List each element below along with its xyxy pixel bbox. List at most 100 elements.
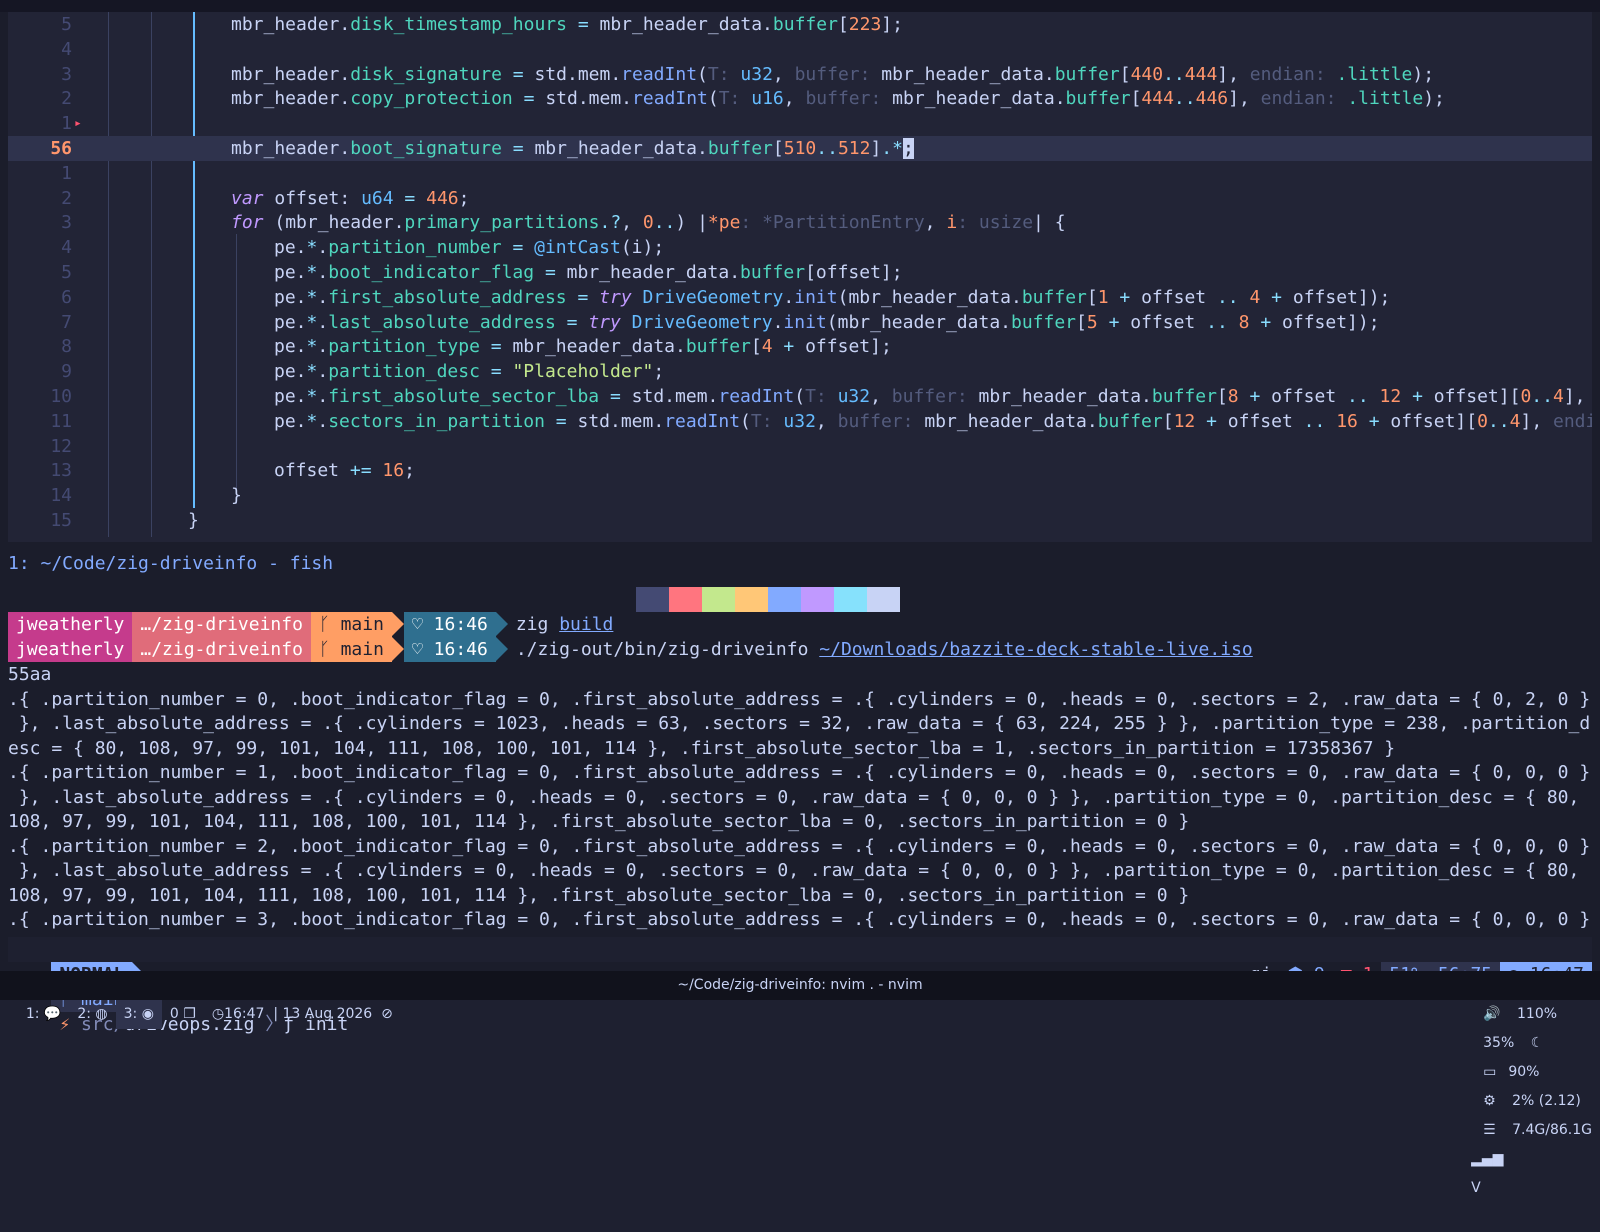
code-line[interactable]: 1 ▸ [8,111,1592,136]
line-number: 56 [50,138,72,159]
git-branch-icon: ᚴ [318,614,330,635]
powerline-separator [391,637,404,661]
workspace-2-label: 2: [77,1006,91,1022]
volume-level: 110% [1517,1006,1558,1022]
code-text: pe.*.partition_type = mbr_header_data.bu… [274,336,892,358]
code-text: mbr_header.disk_signature = std.mem.read… [231,63,1435,85]
line-number: 3 [61,212,72,234]
code-line[interactable]: 8 pe.*.partition_type = mbr_header_data.b… [8,334,1592,359]
workspace-3-label: 3: [123,1006,138,1022]
nvim-editor-pane[interactable]: 5 mbr_header.disk_timestamp_hours = mbr_h… [8,12,1592,542]
color-swatch [735,587,768,612]
terminal-color-palette [636,587,900,612]
code-line[interactable]: 3 mbr_header.disk_signature = std.mem.rea… [8,62,1592,87]
code-line[interactable]: 12 [8,434,1592,459]
system-taskbar: 1: 💬 2: ◍ 3: ◉ 0 ❐ ◷16:47 | 13 Aug 2026 ⊘ ~/… [0,971,1600,1196]
code-line[interactable]: 2 mbr_header.copy_protection = std.mem.re… [8,86,1592,111]
code-line[interactable]: 5 pe.*.boot_indicator_flag = mbr_header_d… [8,260,1592,285]
code-line[interactable]: 5 mbr_header.disk_timestamp_hours = mbr_h… [8,12,1592,37]
line-number: 8 [61,336,72,358]
code-text: pe.*.first_absolute_sector_lba = std.mem… [274,386,1586,407]
shell-prompt-line: jweatherly …/zig-driveinfo ᚴ main ♡ 16:46 zi… [8,612,613,637]
prompt-branch: ᚴ main [310,612,392,637]
line-number: 5 [61,262,72,283]
code-line[interactable]: 6 pe.*.first_absolute_address = try Drive… [8,285,1592,310]
heart-icon: ♡ [411,639,423,660]
system-tray: 🔊 110% 35% ☾ ▭ 90% ⚙ 2% (2.12) ☰ 7.4G/86.… [1432,971,1592,1232]
target-icon: ◉ [141,1006,154,1022]
code-line[interactable]: 15} [8,508,1592,533]
code-line[interactable]: 14} [8,483,1592,508]
window-top-border [0,0,1600,12]
heart-icon: ♡ [411,614,423,635]
brightness-widget[interactable]: 35% ☾ [1471,1035,1543,1051]
workspace-1-button[interactable]: 1: 💬 [18,1000,70,1029]
code-line[interactable]: 4 [8,37,1592,62]
volume-widget[interactable]: 🔊 110% [1471,1006,1557,1022]
line-number: 15 [50,510,72,531]
battery-widget[interactable]: ▭ 90% [1471,1064,1539,1080]
memory-usage: 7.4G/86.1G [1512,1122,1592,1138]
memory-widget[interactable]: ☰ 7.4G/86.1G [1471,1122,1592,1138]
git-branch-icon: ᚴ [318,639,330,660]
code-text: pe.*.boot_indicator_flag = mbr_header_da… [274,262,903,283]
window-count[interactable]: 0 ❐ [162,1000,204,1029]
code-line[interactable]: 9 pe.*.partition_desc = "Placeholder"; [8,359,1592,384]
globe-icon: ◍ [95,1006,108,1022]
battery-level: 90% [1508,1064,1540,1080]
cpu-widget[interactable]: ⚙ 2% (2.12) [1471,1093,1581,1109]
code-line[interactable]: 56 mbr_header.boot_signature = mbr_header… [8,136,1592,161]
volume-icon: 🔊 [1483,1006,1501,1022]
line-number: 3 [61,63,72,85]
powerline-separator [495,612,508,636]
code-line[interactable]: 4 pe.*.partition_number = @intCast(i); [8,235,1592,260]
terminal-output-line: esc = { 80, 108, 97, 99, 101, 104, 111, … [8,737,1396,759]
prompt-user: jweatherly [8,612,133,637]
code-line[interactable]: 11 pe.*.sectors_in_partition = std.mem.re… [8,409,1592,434]
prompt-time: ♡ 16:46 [403,612,496,637]
code-line[interactable]: 1 [8,161,1592,186]
code-line[interactable]: 10 pe.*.first_absolute_sector_lba = std.m… [8,384,1592,409]
code-text: pe.*.sectors_in_partition = std.mem.read… [274,410,1592,432]
line-number: 2 [61,88,72,110]
eye-off-icon: ⊘ [381,1006,393,1022]
code-text: mbr_header.copy_protection = std.mem.rea… [231,88,1445,110]
brightness-level: 35% [1483,1035,1515,1051]
memory-icon: ☰ [1483,1122,1496,1138]
code-line[interactable]: 13 offset += 16; [8,458,1592,483]
code-line[interactable]: 7 pe.*.last_absolute_address = try DriveG… [8,310,1592,335]
terminal-output-line: .{ .partition_number = 2, .boot_indicato… [8,835,1591,857]
workspace-3-button[interactable]: 3: ◉ [115,1000,162,1029]
moon-icon: ☾ [1530,1035,1544,1051]
line-number: 12 [50,435,72,457]
terminal-output-line: 108, 97, 99, 101, 104, 111, 108, 100, 10… [8,884,1190,906]
code-line[interactable]: 3 for (mbr_header.primary_partitions.?, 0… [8,210,1592,235]
terminal-output-line: }, .last_absolute_address = .{ .cylinder… [8,713,1591,734]
desktop: 5 mbr_header.disk_timestamp_hours = mbr_h… [0,0,1600,1196]
prompt-command-arg[interactable]: ~/Downloads/bazzite-deck-stable-live.iso [819,639,1252,660]
window-count-label: 0 [169,1006,179,1022]
code-text: pe.*.partition_number = @intCast(i); [274,237,665,259]
line-number: 13 [50,460,72,482]
prompt-time: ♡ 16:46 [403,637,496,662]
diagnostic-sign-icon: ▸ [74,116,82,132]
signal-icon[interactable]: ▂▄▆ [1471,1151,1503,1167]
terminal-output-line: 55aa [8,664,52,685]
line-number: 7 [61,311,72,333]
clock-widget[interactable]: ◷16:47 | 13 Aug 2026 ⊘ [204,1000,401,1029]
line-number: 4 [61,38,72,60]
vscode-icon[interactable]: V [1471,1180,1481,1196]
cpu-icon: ⚙ [1483,1093,1496,1109]
nvim-statusline: NORMAL ᚴ main ⚡ src/driveops.zig 〉ƒ init… [8,937,1592,1035]
line-number: 1 [61,113,72,135]
clock-icon: ◷ [211,1006,225,1022]
line-number: 14 [50,485,72,507]
prompt-path: …/zig-driveinfo [132,612,311,637]
color-swatch [702,587,735,612]
color-swatch [867,587,900,612]
prompt-path: …/zig-driveinfo [132,637,311,662]
code-text: } [231,485,242,507]
code-line[interactable]: 2 var offset: u64 = 446; [8,186,1592,211]
prompt-command-arg[interactable]: build [559,614,613,635]
workspace-2-button[interactable]: 2: ◍ [69,1000,115,1029]
